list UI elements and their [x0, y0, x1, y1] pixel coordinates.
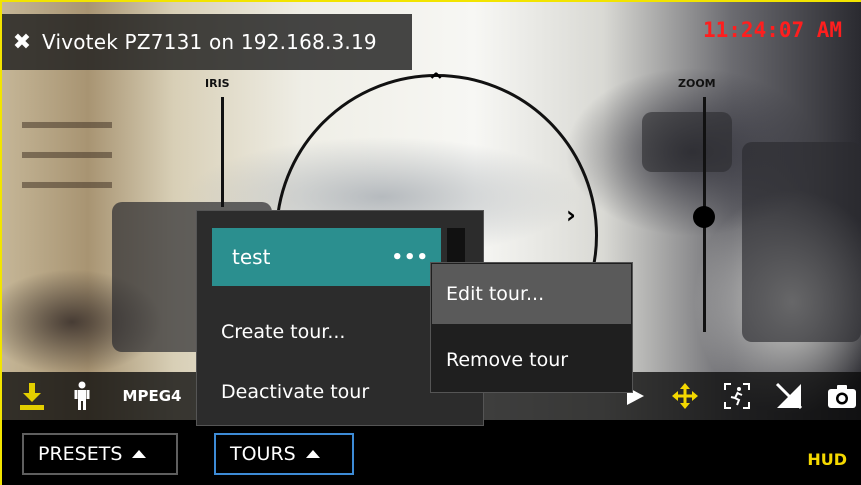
- camera-snapshot-icon[interactable]: [824, 372, 860, 420]
- privacy-mask-icon[interactable]: [772, 372, 806, 420]
- more-options-icon[interactable]: •••: [391, 247, 429, 268]
- pan-right-icon[interactable]: ›: [566, 203, 576, 227]
- zoom-slider-handle[interactable]: [693, 206, 715, 228]
- timestamp-overlay: 11:24:07 AM: [703, 18, 843, 42]
- hud-toggle[interactable]: HUD: [807, 450, 847, 469]
- camera-title: Vivotek PZ7131 on 192.168.3.19: [42, 30, 377, 54]
- create-tour-menu-item[interactable]: Create tour...: [221, 321, 345, 343]
- codec-label: MPEG4: [122, 387, 182, 405]
- bottom-bar: PRESETS TOURS HUD: [2, 420, 861, 485]
- iris-label: IRIS: [205, 77, 230, 90]
- iris-slider-track[interactable]: [221, 97, 224, 207]
- remove-tour-menu-item[interactable]: Remove tour: [432, 330, 631, 390]
- motion-detection-icon[interactable]: [720, 372, 754, 420]
- tour-item-test[interactable]: test •••: [212, 228, 441, 286]
- zoom-label: ZOOM: [678, 77, 716, 90]
- tour-options-submenu: Edit tour... Remove tour: [430, 262, 633, 393]
- caret-up-icon: [305, 450, 320, 458]
- deactivate-tour-menu-item[interactable]: Deactivate tour: [221, 381, 369, 403]
- move-arrows-icon[interactable]: [668, 372, 702, 420]
- tours-button[interactable]: TOURS: [214, 433, 354, 475]
- close-icon[interactable]: ✖: [2, 30, 42, 55]
- download-icon[interactable]: [14, 372, 50, 420]
- tours-button-label: TOURS: [230, 443, 296, 465]
- camera-title-bar: ✖ Vivotek PZ7131 on 192.168.3.19: [2, 14, 412, 70]
- tour-name: test: [232, 245, 271, 269]
- person-icon[interactable]: [68, 372, 96, 420]
- presets-button-label: PRESETS: [38, 443, 123, 465]
- tilt-up-icon[interactable]: ⌃: [426, 70, 446, 94]
- presets-button[interactable]: PRESETS: [22, 433, 178, 475]
- caret-up-icon: [132, 450, 147, 458]
- edit-tour-menu-item[interactable]: Edit tour...: [432, 264, 631, 324]
